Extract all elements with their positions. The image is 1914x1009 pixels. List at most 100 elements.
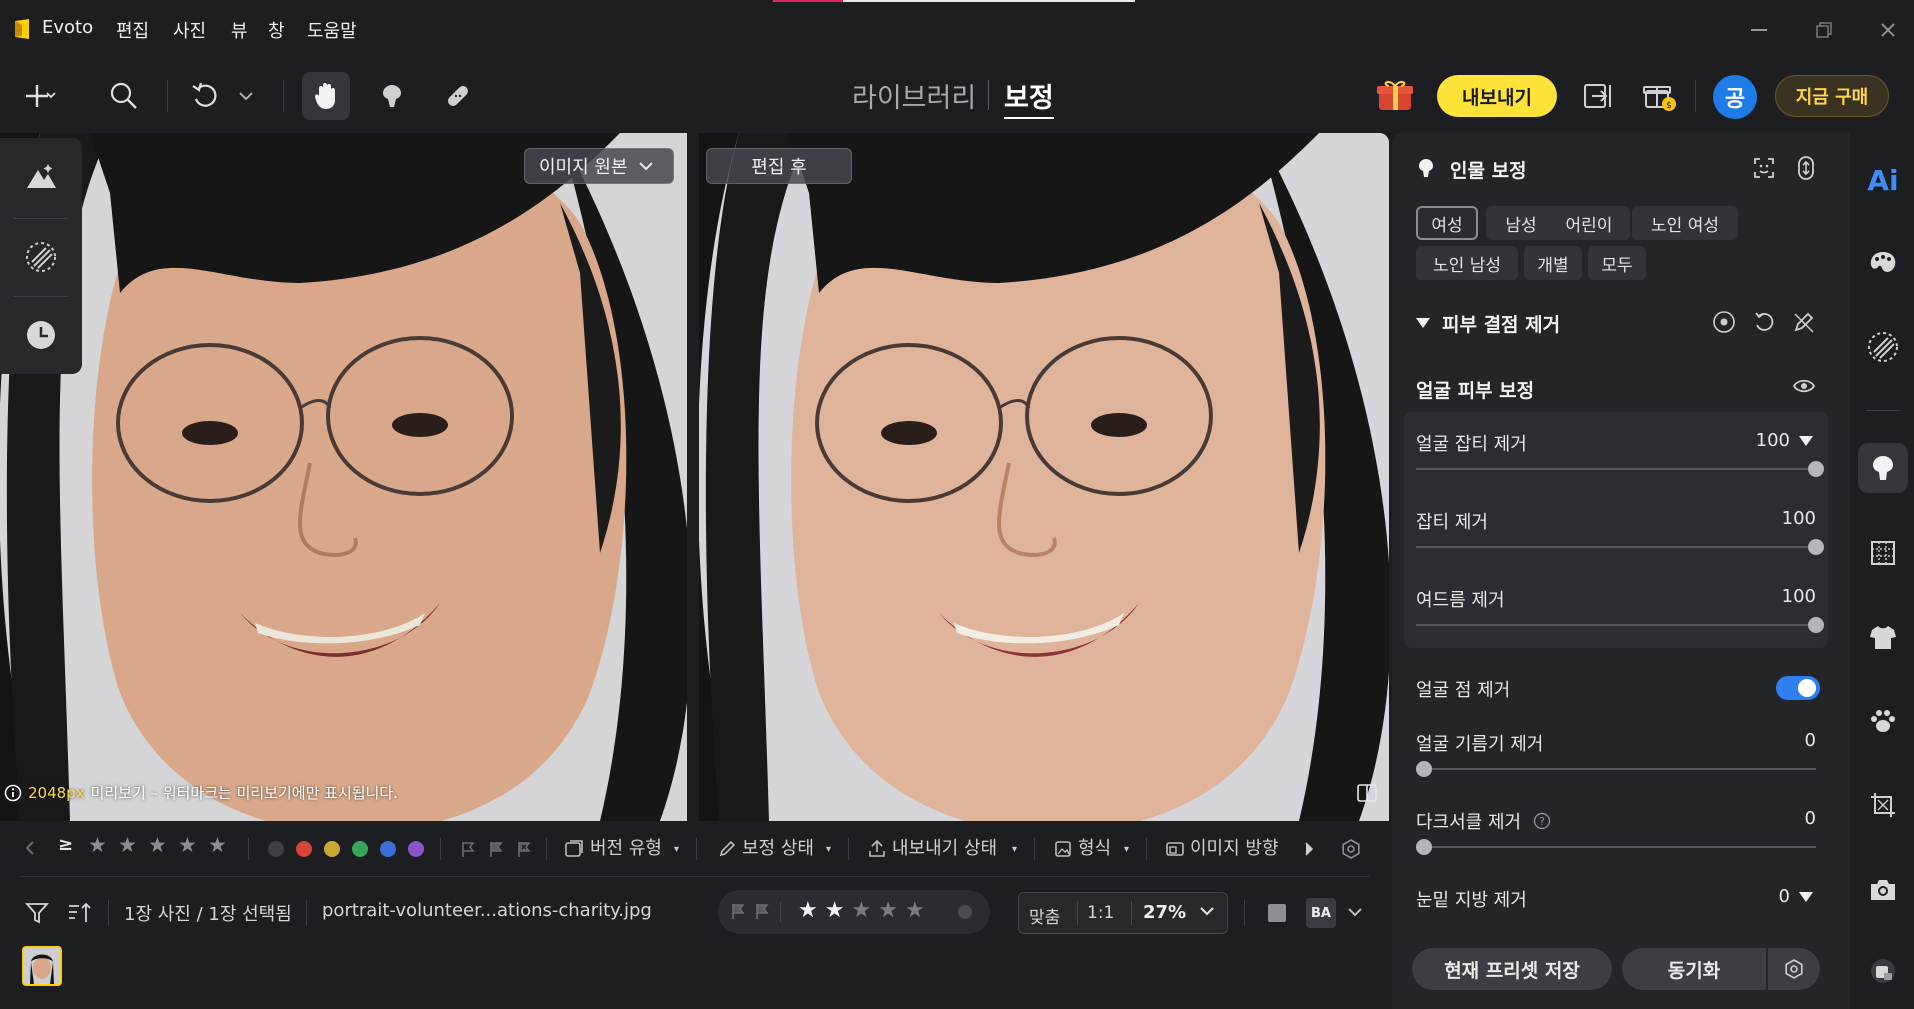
preset-1[interactable]: 남성 [1486, 206, 1556, 240]
before-view-select[interactable]: 이미지 원본 [524, 148, 674, 184]
sliders2-track-0[interactable] [1416, 768, 1816, 770]
clothing-icon[interactable] [1858, 612, 1908, 662]
collapse-triangle-icon[interactable] [1414, 314, 1432, 332]
rating-star[interactable]: ★ [798, 898, 818, 923]
sliders-knob-1[interactable] [1808, 539, 1824, 555]
minimize-icon[interactable] [1747, 18, 1771, 42]
filter-star[interactable]: ★ [178, 833, 197, 857]
color-label-dot[interactable] [352, 841, 368, 857]
filter-icon[interactable] [22, 898, 52, 928]
export-status-filter[interactable]: 내보내기 상태 [892, 834, 997, 860]
before-photo[interactable] [0, 133, 687, 821]
retouch-status-filter[interactable]: 보정 상태 [742, 834, 814, 860]
sliders2-knob-0[interactable] [1416, 761, 1432, 777]
menu-photo[interactable]: 사진 [173, 17, 206, 43]
texture-icon[interactable] [16, 232, 66, 282]
rating-star[interactable]: ★ [905, 898, 925, 923]
split-divider[interactable] [687, 133, 699, 821]
color-label-dot[interactable] [380, 841, 396, 857]
close-icon[interactable] [1876, 18, 1900, 42]
filter-star[interactable]: ★ [148, 833, 167, 857]
filter-star[interactable]: ★ [208, 833, 227, 857]
before-after-view-button[interactable]: BA [1306, 898, 1336, 928]
menu-edit[interactable]: 편집 [116, 17, 149, 43]
sliders-value-1[interactable]: 100 [1756, 508, 1816, 529]
liquify-tool-icon[interactable] [368, 72, 416, 120]
zoom-level[interactable]: 27% [1143, 902, 1186, 923]
sliders-knob-2[interactable] [1808, 617, 1824, 633]
portrait-retouch-icon[interactable] [1858, 443, 1908, 493]
sliders-track-2[interactable] [1416, 624, 1816, 626]
rating-star[interactable]: ★ [825, 898, 845, 923]
undo-icon[interactable] [188, 72, 258, 120]
chevron-down-icon[interactable] [1346, 904, 1364, 920]
buy-now-button[interactable]: 지금 구매 [1775, 75, 1889, 117]
flag-icon[interactable] [458, 838, 478, 860]
menu-window[interactable]: 창 [268, 17, 285, 43]
compare-toggle-icon[interactable] [1354, 780, 1380, 806]
tab-retouch[interactable]: 보정 [1004, 76, 1054, 119]
single-view-icon[interactable] [1264, 900, 1290, 926]
flag-rejected-icon[interactable] [514, 838, 534, 860]
filmstrip-thumbnail[interactable] [22, 946, 62, 986]
compare-slider-icon[interactable] [1792, 154, 1820, 182]
orientation-filter[interactable]: 이미지 방향 [1190, 834, 1279, 860]
preset-5[interactable]: 개별 [1524, 246, 1582, 280]
format-filter[interactable]: 형식 [1078, 834, 1111, 860]
zoom-fit-button[interactable]: 맞춤 [1029, 903, 1060, 928]
help-icon[interactable]: ? [1532, 811, 1552, 831]
rating-filter-operator[interactable]: ≥ [58, 834, 73, 855]
preset-2[interactable]: 어린이 [1548, 206, 1630, 240]
gift-box-icon[interactable] [1372, 74, 1418, 118]
flag-picked-icon[interactable] [730, 902, 746, 920]
face-detect-icon[interactable] [1750, 154, 1778, 182]
preset-6[interactable]: 모두 [1588, 246, 1646, 280]
tab-library[interactable]: 라이브러리 [852, 76, 976, 115]
visibility-eye-icon[interactable] [1790, 372, 1818, 400]
brush-edit-icon[interactable] [1790, 308, 1818, 336]
crop-icon[interactable] [1858, 780, 1908, 830]
chevron-down-icon[interactable] [1199, 905, 1215, 917]
color-label-dot[interactable] [296, 841, 312, 857]
sort-icon[interactable] [64, 898, 94, 928]
photo-rating[interactable]: ★ ★ ★ ★ ★ [798, 898, 925, 923]
background-icon[interactable] [1858, 528, 1908, 578]
sliders2-track-1[interactable] [1416, 846, 1816, 848]
section-title[interactable]: 피부 결점 제거 [1442, 310, 1560, 337]
filter-next-icon[interactable] [1300, 838, 1318, 860]
sliders-track-1[interactable] [1416, 546, 1816, 548]
search-icon[interactable] [100, 72, 148, 120]
color-label-dot[interactable] [268, 841, 284, 857]
sliders-knob-0[interactable] [1808, 461, 1824, 477]
sync-settings-button[interactable] [1768, 948, 1820, 990]
export-button[interactable]: 내보내기 [1437, 75, 1557, 117]
flag-picked-icon[interactable] [486, 838, 506, 860]
menu-view[interactable]: 뷰 [231, 17, 248, 43]
restore-icon[interactable] [1812, 18, 1836, 42]
preset-4[interactable]: 노인 남성 [1416, 246, 1518, 280]
zoom-1to1-button[interactable]: 1:1 [1087, 903, 1114, 923]
dropdown-triangle-icon[interactable] [1798, 434, 1814, 448]
rating-star[interactable]: ★ [878, 898, 898, 923]
rating-star[interactable]: ★ [851, 898, 871, 923]
filter-settings-icon[interactable] [1338, 836, 1364, 862]
sliders-track-0[interactable] [1416, 468, 1816, 470]
sliders2-value-2[interactable]: 0 [1730, 886, 1790, 907]
sliders2-value-1[interactable]: 0 [1756, 808, 1816, 829]
collection-lock-icon[interactable] [1858, 946, 1908, 996]
sliders2-value-0[interactable]: 0 [1756, 730, 1816, 751]
texture-icon[interactable] [1858, 322, 1908, 372]
dropdown-triangle-icon[interactable] [1798, 890, 1814, 904]
bandage-tool-icon[interactable] [434, 72, 482, 120]
pet-paw-icon[interactable] [1858, 696, 1908, 746]
filter-star[interactable]: ★ [118, 833, 137, 857]
gift-coin-icon[interactable]: $ [1640, 76, 1680, 116]
color-label-dot[interactable] [324, 841, 340, 857]
filter-star[interactable]: ★ [88, 833, 107, 857]
sliders2-knob-1[interactable] [1416, 839, 1432, 855]
preset-3[interactable]: 노인 여성 [1632, 206, 1738, 240]
user-avatar[interactable]: 공 [1713, 75, 1757, 119]
filter-prev-icon[interactable] [22, 836, 38, 860]
flag-rejected-icon[interactable] [754, 902, 770, 920]
sliders-value-2[interactable]: 100 [1756, 586, 1816, 607]
